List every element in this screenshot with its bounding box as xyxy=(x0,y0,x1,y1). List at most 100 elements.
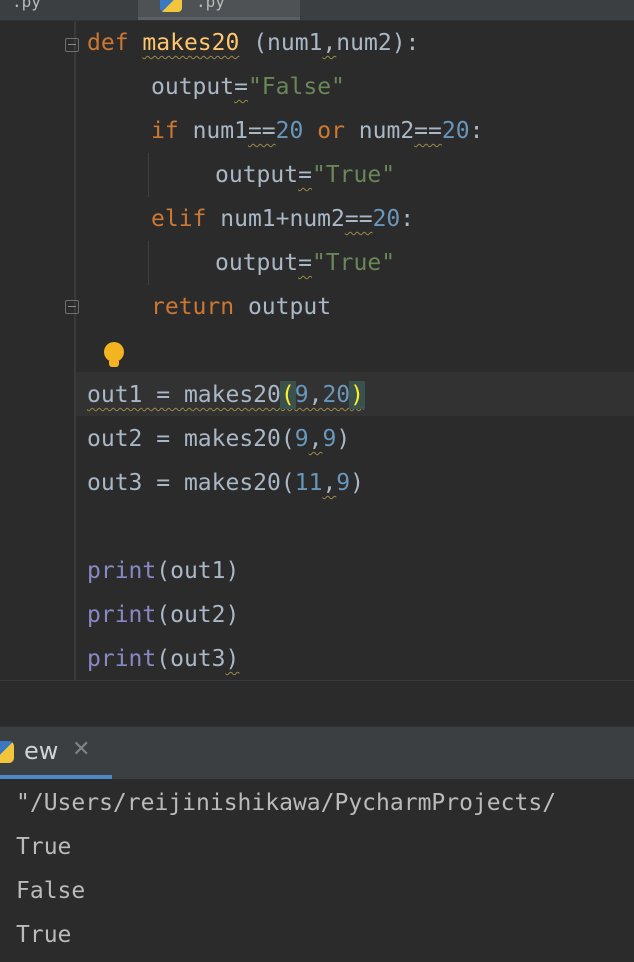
paren-close: ) xyxy=(225,558,240,584)
python-run-icon xyxy=(0,741,14,763)
code-line-output-true-2: output="True" xyxy=(215,241,395,285)
var-output: output xyxy=(215,162,299,188)
code-line-def: def makes20 (num1,num2): xyxy=(87,21,419,65)
console-output-line: True xyxy=(16,834,72,860)
paren-open: ( xyxy=(280,426,295,452)
number-20: 20 xyxy=(322,382,351,408)
number-20: 20 xyxy=(441,118,470,144)
code-line-output-true-1: output="True" xyxy=(215,153,395,197)
run-tool-window-header: ew ✕ xyxy=(0,726,634,779)
paren-open: ( xyxy=(239,30,268,56)
number-9: 9 xyxy=(322,426,337,452)
paren-close: ): xyxy=(391,30,420,56)
keyword-elif: elif xyxy=(151,206,207,232)
number-9: 9 xyxy=(294,382,309,408)
code-line-elif: elif num1+num2==20: xyxy=(151,197,414,241)
editor-tab-1-label: .py xyxy=(12,0,41,11)
keyword-or: or xyxy=(317,118,345,144)
number-9: 9 xyxy=(294,426,309,452)
indent-guide xyxy=(148,153,149,197)
call-makes20: makes20 xyxy=(183,426,281,452)
comma: , xyxy=(322,470,337,496)
bracket-close-highlight: ) xyxy=(349,381,366,409)
number-20: 20 xyxy=(275,118,304,144)
paren-close: ) xyxy=(350,470,365,496)
lightbulb-base xyxy=(109,361,119,367)
var-num2: num2 xyxy=(358,118,415,144)
paren-open: ( xyxy=(280,470,295,496)
close-icon[interactable]: ✕ xyxy=(72,737,90,762)
call-makes20: makes20 xyxy=(183,382,281,408)
paren-open: ( xyxy=(156,646,171,672)
number-9: 9 xyxy=(336,470,351,496)
paren-close: ) xyxy=(225,646,240,672)
paren-close: ) xyxy=(336,426,351,452)
number-11: 11 xyxy=(294,470,323,496)
comma: , xyxy=(322,30,337,56)
code-line-if: if num1==20 or num2==20: xyxy=(151,109,483,153)
var-output: output xyxy=(151,74,235,100)
eqeq-op: == xyxy=(414,118,442,144)
var-out1: out1 xyxy=(170,558,226,584)
code-line-print-out3: print(out3) xyxy=(87,637,239,681)
lightbulb-icon[interactable] xyxy=(104,342,124,372)
paren-open: ( xyxy=(156,602,171,628)
run-tab-label: ew xyxy=(24,737,59,765)
call-makes20: makes20 xyxy=(183,470,281,496)
comma: , xyxy=(308,382,323,408)
function-name: makes20 xyxy=(142,30,240,56)
var-out1: out1 xyxy=(87,382,143,408)
string-true: "True" xyxy=(311,162,396,188)
code-line-out1: out1 = makes20(9,20) xyxy=(87,373,366,417)
editor-tab-2-label: .py xyxy=(196,0,225,11)
var-out3: out3 xyxy=(87,470,143,496)
colon: : xyxy=(400,206,415,232)
var-out3: out3 xyxy=(170,646,226,672)
eqeq-op: == xyxy=(344,206,373,232)
keyword-def: def xyxy=(87,30,129,56)
editor-tab-2-active[interactable]: .py xyxy=(138,0,300,20)
fold-end-marker-icon[interactable] xyxy=(65,300,79,314)
code-line-output-false: output="False" xyxy=(151,65,345,109)
string-false: "False" xyxy=(247,74,345,100)
editor-tab-1[interactable]: .py xyxy=(0,0,138,20)
lightbulb-glass xyxy=(104,342,124,362)
builtin-print: print xyxy=(87,558,157,584)
number-20: 20 xyxy=(372,206,401,232)
bracket-open-highlight: ( xyxy=(279,381,296,409)
var-num1: num1 xyxy=(192,118,248,144)
string-true: "True" xyxy=(311,250,396,276)
code-line-print-out1: print(out1) xyxy=(87,549,239,593)
assign-op: = xyxy=(234,74,248,100)
fold-marker-icon[interactable] xyxy=(65,38,79,52)
code-line-print-out2: print(out2) xyxy=(87,593,239,637)
var-output: output xyxy=(215,250,299,276)
comma: , xyxy=(308,426,323,452)
editor-gutter xyxy=(0,21,76,680)
var-output: output xyxy=(247,294,332,320)
assign-op: = xyxy=(298,162,312,188)
assign-op: = xyxy=(142,382,184,408)
run-tab[interactable]: ew ✕ xyxy=(0,727,112,779)
colon: : xyxy=(469,118,484,144)
python-file-icon xyxy=(160,0,182,12)
paren-close: ) xyxy=(225,602,240,628)
editor-tab-bar: .py .py xyxy=(0,0,634,21)
keyword-return: return xyxy=(151,294,235,320)
builtin-print: print xyxy=(87,602,157,628)
assign-op: = xyxy=(298,250,312,276)
paren-open: ( xyxy=(156,558,171,584)
var-out2: out2 xyxy=(87,426,143,452)
code-editor[interactable]: def makes20 (num1,num2): output="False" … xyxy=(0,21,634,680)
param-num1: num1 xyxy=(267,30,323,56)
console-command-line: "/Users/reijinishikawa/PycharmProjects/ xyxy=(16,790,557,816)
code-line-out3: out3 = makes20(11,9) xyxy=(87,461,364,505)
console-output-line: True xyxy=(16,922,72,948)
builtin-print: print xyxy=(87,646,157,672)
var-out2: out2 xyxy=(170,602,226,628)
code-line-return: return output xyxy=(151,285,331,329)
run-console[interactable]: "/Users/reijinishikawa/PycharmProjects/ … xyxy=(0,779,634,962)
assign-op: = xyxy=(142,470,184,496)
code-line-out2: out2 = makes20(9,9) xyxy=(87,417,350,461)
editor-bottom-area xyxy=(0,680,634,727)
